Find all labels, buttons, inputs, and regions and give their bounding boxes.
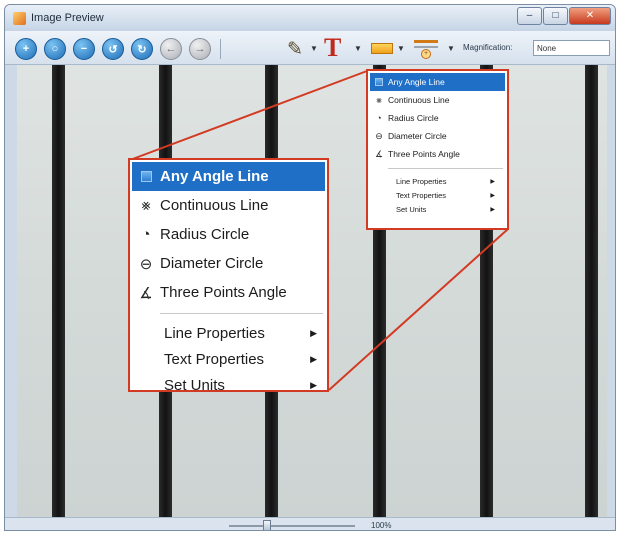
diameter-circle-icon: ⊖: [375, 130, 383, 141]
undo-icon[interactable]: ←: [160, 38, 182, 60]
menu-item-label: Diameter Circle: [388, 131, 447, 141]
calibration-icon[interactable]: +: [411, 37, 441, 59]
menu-item-label: Any Angle Line: [388, 77, 445, 87]
calibration-dropdown-chevron-icon[interactable]: ▼: [447, 44, 455, 53]
menu-separator: [388, 168, 503, 169]
maximize-button[interactable]: □: [543, 7, 568, 25]
window-controls: – □ ✕: [517, 7, 611, 25]
submenu-arrow-icon: ▶: [310, 353, 317, 364]
menu-item-any-angle-line[interactable]: Any Angle Line: [370, 73, 505, 91]
menu-item-label: Continuous Line: [388, 95, 450, 105]
submenu-arrow-icon: ▶: [490, 178, 495, 185]
zoom-fit-icon[interactable]: ○: [44, 38, 66, 60]
submenu-arrow-icon: ▶: [310, 379, 317, 390]
submenu-arrow-icon: ▶: [310, 327, 317, 338]
menu-item-label: Text Properties: [396, 190, 447, 200]
title-bar[interactable]: Image Preview – □ ✕: [5, 5, 615, 31]
menu-item-label: Continuous Line: [160, 197, 269, 214]
zoom-out-icon[interactable]: −: [73, 38, 95, 60]
zoom-readout: 100%: [371, 521, 392, 530]
magnification-field[interactable]: [533, 40, 610, 56]
toolbar-separator: [220, 39, 221, 59]
diameter-circle-icon: ⊖: [139, 255, 153, 273]
pencil-icon[interactable]: ✎: [287, 38, 303, 61]
menu-item-label: Line Properties: [164, 324, 265, 342]
redo-icon[interactable]: →: [189, 38, 211, 60]
menu-item-label: Text Properties: [164, 350, 265, 368]
continuous-line-icon: ⨳: [376, 94, 382, 105]
zoom-slider-thumb[interactable]: [263, 520, 271, 530]
three-points-angle-icon: ∡: [139, 284, 153, 302]
menu-item-text-properties[interactable]: Text Properties ▶: [370, 188, 505, 202]
ruler-icon[interactable]: [371, 43, 393, 54]
menu-item-label: Line Properties: [396, 176, 447, 186]
sample-stripe: [52, 65, 65, 517]
pencil-dropdown-chevron-icon[interactable]: ▼: [310, 44, 318, 53]
three-points-angle-icon: ∡: [374, 148, 384, 159]
menu-separator: [160, 313, 323, 314]
radius-circle-icon: ◔: [141, 226, 151, 243]
callout-item-three-points-angle: ∡ Three Points Angle: [132, 278, 325, 307]
text-dropdown-chevron-icon[interactable]: ▼: [354, 44, 362, 53]
menu-item-label: Any Angle Line: [160, 168, 269, 185]
menu-item-label: Radius Circle: [160, 226, 250, 243]
menu-item-three-points-angle[interactable]: ∡ Three Points Angle: [370, 145, 505, 163]
callout-item-radius-circle: ◔ Radius Circle: [132, 220, 325, 249]
measure-dropdown-menu: Any Angle Line ⨳ Continuous Line ◔ Radiu…: [366, 69, 509, 230]
text-tool-icon[interactable]: T: [324, 35, 341, 61]
continuous-line-icon: ⨳: [141, 197, 151, 214]
callout-item-any-angle-line: Any Angle Line: [132, 162, 325, 191]
callout-item-diameter-circle: ⊖ Diameter Circle: [132, 249, 325, 278]
menu-item-label: Radius Circle: [388, 113, 439, 123]
measure-menu-magnified-callout: Any Angle Line ⨳ Continuous Line ◔ Radiu…: [128, 158, 329, 394]
status-bar: 100%: [5, 517, 615, 530]
any-angle-line-icon: [132, 171, 160, 182]
menu-item-label: Set Units: [164, 376, 225, 394]
minimize-button[interactable]: –: [517, 7, 542, 25]
zoom-in-icon[interactable]: +: [15, 38, 37, 60]
radius-circle-icon: ◔: [376, 113, 382, 123]
sample-stripe: [585, 65, 598, 517]
menu-item-label: Diameter Circle: [160, 255, 264, 272]
menu-item-label: Three Points Angle: [388, 149, 460, 159]
ruler-dropdown-chevron-icon[interactable]: ▼: [397, 44, 405, 53]
submenu-arrow-icon: ▶: [490, 192, 495, 199]
window-title: Image Preview: [31, 12, 104, 24]
menu-item-set-units[interactable]: Set Units ▶: [370, 202, 505, 216]
menu-item-continuous-line[interactable]: ⨳ Continuous Line: [370, 91, 505, 109]
callout-item-line-properties: Line Properties ▶: [132, 320, 325, 346]
menu-item-label: Set Units: [396, 204, 427, 214]
rotate-left-icon[interactable]: ↺: [102, 38, 124, 60]
callout-item-continuous-line: ⨳ Continuous Line: [132, 191, 325, 220]
menu-item-radius-circle[interactable]: ◔ Radius Circle: [370, 109, 505, 127]
callout-item-set-units: Set Units ▶: [132, 372, 325, 398]
zoom-slider-track[interactable]: [229, 525, 355, 527]
menu-item-diameter-circle[interactable]: ⊖ Diameter Circle: [370, 127, 505, 145]
menu-item-line-properties[interactable]: Line Properties ▶: [370, 174, 505, 188]
callout-item-text-properties: Text Properties ▶: [132, 346, 325, 372]
app-icon: [13, 12, 26, 25]
close-button[interactable]: ✕: [569, 7, 611, 25]
menu-item-label: Three Points Angle: [160, 284, 287, 301]
any-angle-line-icon: [370, 78, 388, 86]
rotate-right-icon[interactable]: ↻: [131, 38, 153, 60]
submenu-arrow-icon: ▶: [490, 206, 495, 213]
magnification-label: Magnification:: [463, 43, 513, 52]
toolbar: + ○ − ↺ ↻ ← → ✎ ▼ T ▼ ▼ + ▼ Magnificatio…: [5, 31, 615, 65]
